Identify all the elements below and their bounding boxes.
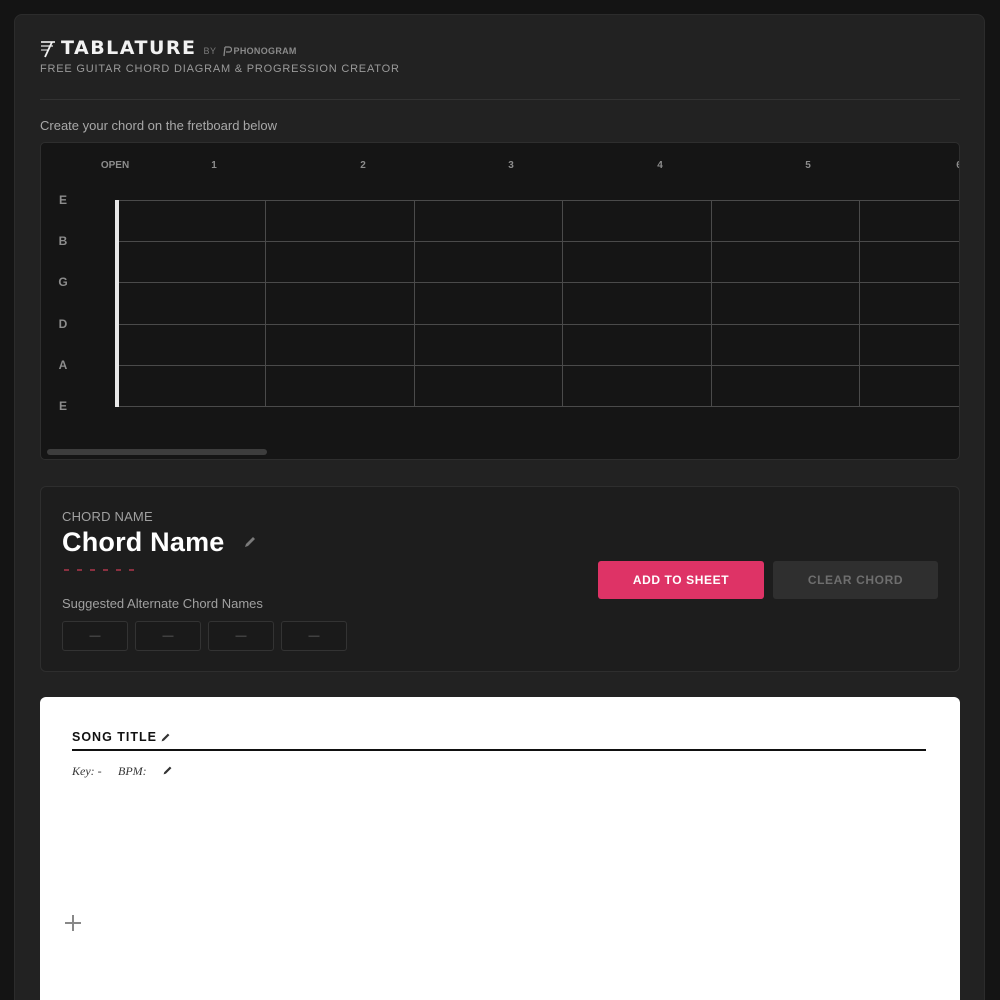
string-line	[119, 406, 959, 407]
header-divider	[40, 99, 960, 100]
fret-label-3: 3	[508, 160, 514, 171]
fret-labels: OPEN 1 2 3 4 5 6	[41, 160, 959, 174]
string-line	[119, 324, 959, 325]
string-marker	[129, 569, 134, 571]
string-line	[119, 365, 959, 366]
fret-label-5: 5	[805, 160, 811, 171]
pencil-icon[interactable]	[243, 535, 257, 549]
chord-panel: CHORD NAME Chord Name Suggested Alternat…	[40, 486, 960, 672]
app-container: TABLATURE BY PHONOGRAM FREE GUITAR CHORD…	[14, 14, 985, 1000]
string-label-high-e: E	[58, 193, 67, 207]
alternate-name-option[interactable]: —	[135, 621, 201, 651]
string-line	[119, 200, 959, 201]
string-label-low-e: E	[58, 399, 67, 413]
fret-wire	[265, 200, 266, 407]
song-bpm: BPM:	[118, 764, 147, 778]
string-marker	[77, 569, 82, 571]
partner-text: PHONOGRAM	[233, 46, 297, 56]
add-to-sheet-button[interactable]: ADD TO SHEET	[598, 561, 764, 599]
plus-icon[interactable]	[63, 913, 83, 933]
suggested-names-label: Suggested Alternate Chord Names	[62, 596, 263, 611]
alternate-name-option[interactable]: —	[281, 621, 347, 651]
brand[interactable]: TABLATURE BY PHONOGRAM	[39, 38, 297, 58]
string-line	[119, 282, 959, 283]
alternate-name-option[interactable]: —	[208, 621, 274, 651]
string-marker	[64, 569, 69, 571]
alternate-name-option[interactable]: —	[62, 621, 128, 651]
song-title[interactable]: SONG TITLE	[72, 730, 157, 744]
fretboard-prompt: Create your chord on the fretboard below	[40, 118, 278, 133]
fret-label-1: 1	[211, 160, 217, 171]
string-marker	[116, 569, 121, 571]
tablature-logo-icon	[41, 41, 55, 58]
chord-name-title[interactable]: Chord Name	[62, 527, 225, 558]
fret-label-4: 4	[657, 160, 663, 171]
chord-name-caption: CHORD NAME	[62, 509, 153, 524]
fret-wire	[711, 200, 712, 407]
tagline: FREE GUITAR CHORD DIAGRAM & PROGRESSION …	[40, 63, 400, 75]
fret-wire	[414, 200, 415, 407]
logo-text: TABLATURE	[61, 37, 197, 59]
fretboard-scrollbar[interactable]	[47, 449, 267, 455]
phonogram-logo-icon	[222, 46, 232, 57]
fret-label-open: OPEN	[100, 160, 130, 171]
fret-label-6: 6	[956, 160, 959, 171]
nut	[115, 200, 119, 407]
pencil-icon[interactable]	[162, 765, 173, 776]
fret-label-2: 2	[360, 160, 366, 171]
string-label-a: A	[58, 358, 68, 372]
string-markers	[64, 569, 134, 571]
fretboard-panel: OPEN 1 2 3 4 5 6 E B G D A E	[40, 142, 960, 460]
fretboard-grid[interactable]	[115, 200, 959, 407]
string-line	[119, 241, 959, 242]
song-key: Key: -	[72, 764, 102, 778]
fret-wire	[859, 200, 860, 407]
title-underline	[72, 749, 926, 751]
song-sheet: SONG TITLE Key: - BPM:	[40, 697, 960, 1000]
pencil-icon[interactable]	[160, 732, 171, 743]
string-label-b: B	[58, 234, 68, 248]
clear-chord-button[interactable]: CLEAR CHORD	[773, 561, 938, 599]
string-label-g: G	[58, 275, 68, 289]
alternate-names-row: — — — —	[62, 621, 347, 651]
string-marker	[103, 569, 108, 571]
by-text: BY	[203, 46, 217, 56]
fret-wire	[562, 200, 563, 407]
string-label-d: D	[58, 317, 68, 331]
string-marker	[90, 569, 95, 571]
